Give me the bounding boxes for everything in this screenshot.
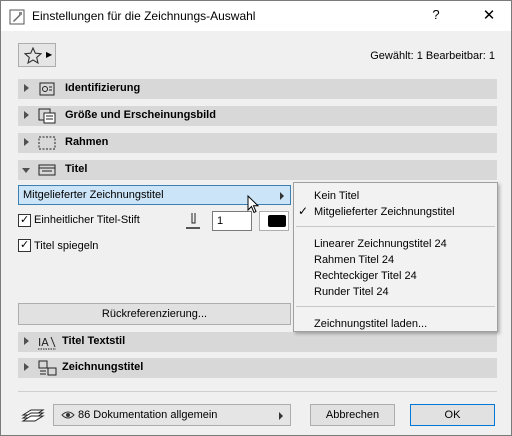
settings-app-icon: [9, 9, 25, 25]
svg-text:IA: IA: [38, 336, 49, 349]
selection-info: Gewählt: 1 Bearbeitbar: 1: [370, 50, 495, 62]
text-style-icon: IA: [38, 336, 56, 350]
pen-color-fill: [268, 215, 286, 227]
section-identifizierung[interactable]: Identifizierung: [18, 79, 497, 99]
section-label: Größe und Erscheinungsbild: [65, 109, 216, 121]
menu-item-load-title[interactable]: Zeichnungstitel laden...: [314, 318, 427, 330]
help-button[interactable]: ?: [426, 7, 446, 22]
dropdown-arrow-icon: [279, 412, 283, 420]
drawing-title-icon: [38, 360, 57, 376]
size-appearance-icon: [38, 108, 56, 124]
section-label: Titel: [65, 163, 88, 175]
expand-arrow-icon: [24, 84, 29, 92]
layers-icon: [21, 409, 45, 422]
menu-item-linear-title[interactable]: Linearer Zeichnungstitel 24: [314, 238, 447, 250]
section-rahmen[interactable]: Rahmen: [18, 133, 497, 153]
uniform-pen-label: Einheitlicher Titel-Stift: [34, 214, 140, 226]
eye-icon: [61, 411, 75, 419]
pen-icon: [186, 213, 200, 229]
expand-arrow-icon: [24, 138, 29, 146]
section-title-textstyle[interactable]: IA Titel Textstil: [18, 332, 497, 352]
layer-dropdown[interactable]: 86 Dokumentation allgemein: [53, 404, 291, 426]
checkmark-icon: ✓: [20, 214, 30, 226]
menu-item-no-title[interactable]: Kein Titel: [314, 190, 359, 202]
title-bar: Einstellungen für die Zeichnungs-Auswahl…: [1, 1, 511, 31]
menu-item-standard-title[interactable]: Mitgelieferter Zeichnungstitel: [314, 206, 455, 218]
pen-number-input[interactable]: 1: [212, 211, 252, 231]
checkmark-icon: ✓: [298, 204, 309, 218]
favorites-arrow-icon: ▶: [46, 50, 53, 59]
expand-arrow-icon: [24, 363, 29, 371]
mouse-cursor-icon: [247, 195, 260, 214]
title-preset-value: Mitgelieferter Zeichnungstitel: [23, 189, 164, 201]
mirror-title-checkbox[interactable]: ✓: [18, 239, 31, 252]
star-icon: [24, 47, 42, 64]
menu-item-frame-title[interactable]: Rahmen Titel 24: [314, 254, 394, 266]
title-icon: [38, 164, 56, 176]
cross-reference-button[interactable]: Rückreferenzierung...: [18, 303, 291, 325]
expand-arrow-icon: [24, 111, 29, 119]
section-drawing-title[interactable]: Zeichnungstitel: [18, 358, 497, 378]
close-button[interactable]: ✕: [477, 6, 501, 24]
section-label: Rahmen: [65, 136, 109, 148]
pen-number-value: 1: [217, 215, 224, 227]
layer-value: 86 Dokumentation allgemein: [78, 409, 218, 421]
section-titel[interactable]: Titel: [18, 160, 497, 180]
footer-divider: [18, 391, 497, 392]
section-label: Identifizierung: [65, 82, 141, 94]
identification-icon: [39, 82, 55, 96]
section-label: Titel Textstil: [62, 335, 126, 347]
section-label: Zeichnungstitel: [62, 361, 144, 373]
menu-separator: [296, 306, 495, 307]
title-preset-menu: Kein Titel ✓ Mitgelieferter Zeichnungsti…: [293, 182, 498, 332]
checkmark-icon: ✓: [20, 239, 30, 251]
mirror-title-label: Titel spiegeln: [34, 240, 99, 252]
menu-item-rectangular-title[interactable]: Rechteckiger Titel 24: [314, 270, 417, 282]
ok-button[interactable]: OK: [410, 404, 495, 426]
dialog-title: Einstellungen für die Zeichnungs-Auswahl: [32, 9, 256, 23]
cancel-button[interactable]: Abbrechen: [310, 404, 395, 426]
collapse-arrow-icon: [22, 168, 30, 173]
favorites-button[interactable]: ▶: [18, 43, 56, 67]
pen-color-swatch[interactable]: [259, 211, 289, 231]
submenu-arrow-icon: [280, 192, 284, 200]
menu-separator: [296, 226, 495, 227]
settings-dialog: Einstellungen für die Zeichnungs-Auswahl…: [0, 0, 512, 436]
uniform-pen-checkbox[interactable]: ✓: [18, 214, 31, 227]
section-groesse[interactable]: Größe und Erscheinungsbild: [18, 106, 497, 126]
frame-icon: [38, 136, 56, 150]
menu-item-round-title[interactable]: Runder Titel 24: [314, 286, 389, 298]
expand-arrow-icon: [24, 337, 29, 345]
